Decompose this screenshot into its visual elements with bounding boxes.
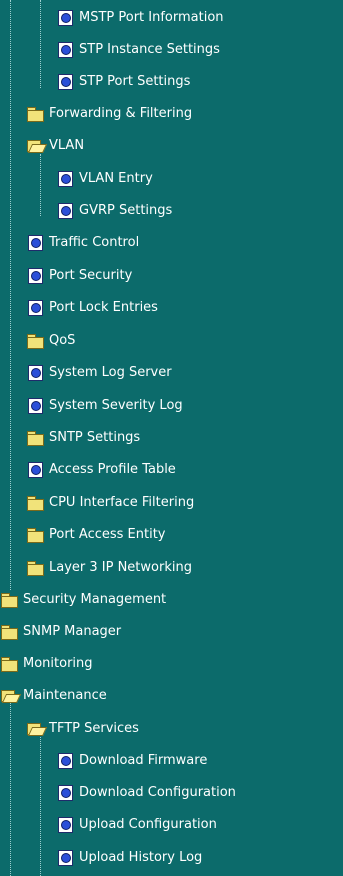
tree-item-mstp-port-information[interactable]: MSTP Port Information — [56, 6, 224, 28]
doc-icon — [56, 752, 74, 769]
doc-icon — [26, 364, 44, 381]
doc-icon — [56, 170, 74, 187]
doc-icon — [26, 397, 44, 414]
tree-item-label: Traffic Control — [49, 234, 140, 250]
tree-item-forwarding-filtering[interactable]: Forwarding & Filtering — [26, 102, 192, 124]
tree-item-label: Download Firmware — [79, 752, 208, 768]
doc-icon — [56, 849, 74, 866]
tree-line — [10, 0, 11, 590]
tree-item-label: Port Access Entity — [49, 526, 166, 542]
tree-line — [40, 154, 41, 216]
tree-item-label: Forwarding & Filtering — [49, 105, 193, 121]
tree-item-label: Port Security — [49, 267, 133, 283]
tree-item-vlan[interactable]: VLAN — [26, 134, 84, 156]
doc-icon — [56, 73, 74, 90]
folder-closed-icon — [0, 655, 18, 672]
tree-item-system-log-server[interactable]: System Log Server — [26, 361, 172, 383]
doc-icon — [26, 299, 44, 316]
tree-line — [40, 0, 41, 88]
tree-item-label: Access Profile Table — [49, 461, 176, 477]
tree-item-label: SNTP Settings — [49, 429, 141, 445]
tree-item-vlan-entry[interactable]: VLAN Entry — [56, 167, 153, 189]
tree-item-port-access-entity[interactable]: Port Access Entity — [26, 523, 166, 545]
tree-item-label: Upload Configuration — [79, 816, 217, 832]
tree-item-system-severity-log[interactable]: System Severity Log — [26, 394, 183, 416]
tree-item-label: Download Configuration — [79, 784, 236, 800]
doc-icon — [26, 267, 44, 284]
navigation-tree: MSTP Port Information STP Instance Setti… — [0, 0, 343, 876]
tree-item-label: VLAN — [49, 137, 85, 153]
folder-closed-icon — [26, 526, 44, 543]
tree-item-label: Security Management — [23, 591, 167, 607]
doc-icon — [56, 41, 74, 58]
folder-closed-icon — [26, 559, 44, 576]
tree-item-label: System Log Server — [49, 364, 172, 380]
tree-item-gvrp-settings[interactable]: GVRP Settings — [56, 199, 172, 221]
tree-item-label: TFTP Services — [49, 720, 139, 736]
tree-item-label: CPU Interface Filtering — [49, 494, 195, 510]
tree-item-cpu-interface-filtering[interactable]: CPU Interface Filtering — [26, 491, 194, 513]
tree-item-layer-3-ip-networking[interactable]: Layer 3 IP Networking — [26, 556, 192, 578]
tree-item-label: VLAN Entry — [79, 170, 153, 186]
tree-item-label: STP Instance Settings — [79, 41, 220, 57]
tree-item-label: Layer 3 IP Networking — [49, 559, 192, 575]
tree-item-access-profile-table[interactable]: Access Profile Table — [26, 458, 176, 480]
tree-item-maintenance[interactable]: Maintenance — [0, 684, 107, 706]
doc-icon — [26, 461, 44, 478]
tree-item-upload-history-log[interactable]: Upload History Log — [56, 846, 202, 868]
doc-icon — [56, 784, 74, 801]
tree-item-stp-port-settings[interactable]: STP Port Settings — [56, 70, 190, 92]
folder-closed-icon — [26, 494, 44, 511]
tree-item-qos[interactable]: QoS — [26, 329, 75, 351]
tree-item-label: Monitoring — [23, 655, 93, 671]
tree-item-download-configuration[interactable]: Download Configuration — [56, 781, 236, 803]
tree-item-upload-configuration[interactable]: Upload Configuration — [56, 813, 217, 835]
tree-item-traffic-control[interactable]: Traffic Control — [26, 231, 139, 253]
tree-item-label: STP Port Settings — [79, 73, 191, 89]
tree-line — [40, 734, 41, 876]
doc-icon — [56, 9, 74, 26]
folder-closed-icon — [26, 332, 44, 349]
folder-open-icon — [26, 137, 44, 153]
tree-line — [10, 699, 11, 876]
tree-item-security-management[interactable]: Security Management — [0, 588, 166, 610]
tree-item-label: QoS — [49, 332, 76, 348]
tree-item-tftp-services[interactable]: TFTP Services — [26, 717, 139, 739]
tree-item-download-firmware[interactable]: Download Firmware — [56, 749, 207, 771]
doc-icon — [26, 234, 44, 251]
tree-item-label: Maintenance — [23, 687, 107, 703]
tree-item-stp-instance-settings[interactable]: STP Instance Settings — [56, 38, 220, 60]
tree-item-label: SNMP Manager — [23, 623, 122, 639]
tree-item-monitoring[interactable]: Monitoring — [0, 652, 93, 674]
folder-open-icon — [0, 687, 18, 703]
tree-item-port-lock-entries[interactable]: Port Lock Entries — [26, 296, 158, 318]
folder-closed-icon — [0, 623, 18, 640]
tree-item-label: Upload History Log — [79, 849, 203, 865]
tree-item-snmp-manager[interactable]: SNMP Manager — [0, 620, 121, 642]
folder-closed-icon — [0, 591, 18, 608]
tree-item-label: Port Lock Entries — [49, 299, 158, 315]
folder-closed-icon — [26, 105, 44, 122]
tree-item-sntp-settings[interactable]: SNTP Settings — [26, 426, 140, 448]
tree-item-port-security[interactable]: Port Security — [26, 264, 132, 286]
folder-closed-icon — [26, 429, 44, 446]
tree-item-label: MSTP Port Information — [79, 9, 224, 25]
folder-open-icon — [26, 720, 44, 736]
tree-item-label: System Severity Log — [49, 397, 183, 413]
doc-icon — [56, 202, 74, 219]
doc-icon — [56, 816, 74, 833]
tree-item-label: GVRP Settings — [79, 202, 173, 218]
